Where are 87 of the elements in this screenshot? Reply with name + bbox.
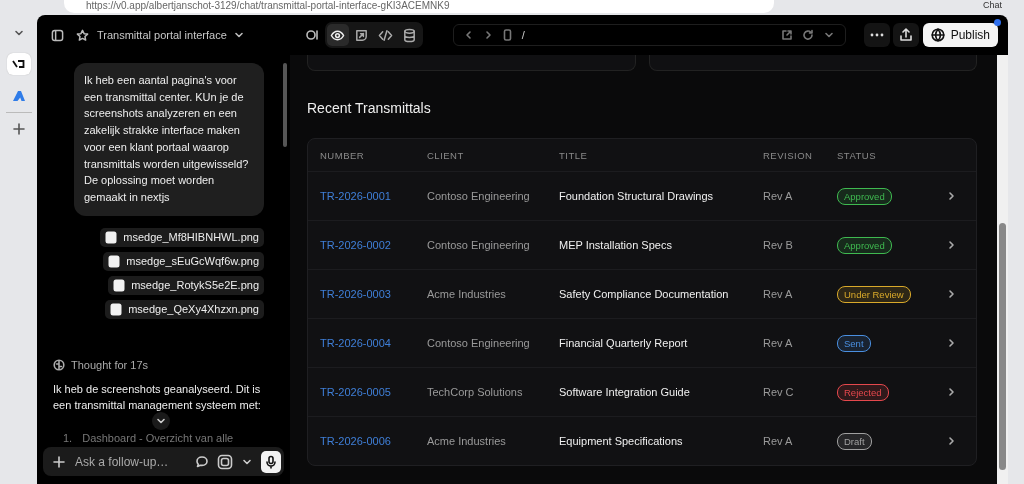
- scrollbar[interactable]: [997, 55, 1008, 484]
- column-header: CLIENT: [427, 149, 465, 161]
- profile-label[interactable]: Chat: [983, 0, 1002, 11]
- project-title[interactable]: Transmittal portal interface: [97, 29, 227, 41]
- chevron-right-icon[interactable]: [946, 436, 956, 446]
- status-badge: Approved: [837, 187, 892, 205]
- scrollbar-thumb[interactable]: [999, 223, 1006, 470]
- status-badge: Draft: [837, 432, 872, 450]
- speech-bubble-icon[interactable]: [195, 454, 209, 469]
- assistant-reply: Ik heb de screenshots geanalyseerd. Dit is een transmittal management systeem met:: [53, 381, 262, 414]
- message-input[interactable]: Ask a follow-up…: [73, 453, 187, 470]
- chevron-right-icon[interactable]: [946, 338, 956, 348]
- microphone-button[interactable]: [261, 450, 281, 473]
- chevron-right-icon[interactable]: [946, 387, 956, 397]
- table-cell-text: Rev A: [763, 337, 794, 349]
- column-header: STATUS: [837, 149, 878, 161]
- chevron-right-icon[interactable]: [946, 289, 956, 299]
- list-number: 1.: [63, 432, 73, 445]
- azure-logo-icon[interactable]: [12, 90, 25, 102]
- plus-icon[interactable]: [12, 123, 25, 135]
- share-button[interactable]: [892, 23, 919, 47]
- table-cell-text: Rev C: [763, 386, 795, 398]
- file-icon: [113, 278, 126, 292]
- column-header: REVISION: [763, 149, 814, 161]
- column-header: NUMBER: [320, 149, 366, 161]
- table-cell-text: Contoso Engineering: [427, 239, 531, 251]
- eye-icon-button[interactable]: [326, 24, 349, 46]
- logo-icon: [11, 59, 26, 69]
- section-heading: Recent Transmittals: [307, 100, 432, 116]
- globe-icon: [930, 28, 945, 42]
- status-badge: Sent: [837, 334, 871, 352]
- microphone-icon: [264, 454, 278, 469]
- attachment-chip[interactable]: msedge_RotykS5e2E.png: [108, 275, 264, 295]
- table-cell-text: Rev A: [763, 288, 794, 300]
- attachment-chip[interactable]: msedge_QeXy4Xhzxn.png: [105, 299, 264, 319]
- table-cell-text: Contoso Engineering: [427, 337, 531, 349]
- scroll-down-button[interactable]: [152, 412, 170, 430]
- table-cell-text: Financial Quarterly Report: [559, 337, 689, 349]
- status-badge: Rejected: [837, 383, 889, 401]
- table-cell-text: Software Integration Guide: [559, 386, 691, 398]
- file-icon: [110, 302, 123, 316]
- table-cell-text: Rev B: [763, 239, 794, 251]
- column-header: TITLE: [559, 149, 589, 161]
- external-link-icon[interactable]: [780, 29, 793, 41]
- transmittal-link[interactable]: TR-2026-0006: [320, 435, 427, 447]
- file-icon: [105, 230, 118, 244]
- preview-url-bar[interactable]: /: [452, 24, 846, 46]
- refresh-icon[interactable]: [801, 29, 814, 41]
- table-cell-text: Acme Industries: [427, 435, 507, 447]
- share-icon: [898, 28, 913, 42]
- table-cell-text: Foundation Structural Drawings: [559, 190, 715, 202]
- message-field[interactable]: Ask a follow-up…: [43, 447, 284, 476]
- status-badge: Approved: [837, 236, 892, 254]
- code-icon: [378, 27, 394, 43]
- list-item: Dashboard - Overzicht van alle: [82, 432, 234, 445]
- user-message: Ik heb een aantal pagina's voor een transmittal center. KUn je de screenshots analyzeren en een zakelijk strakke interface maken voor een klant portaal waarop transmittals worden uitgewisseld? De oplossing moet worden gemaakt in nextjs: [74, 63, 264, 216]
- chevron-right-icon[interactable]: [946, 240, 956, 250]
- transmittal-link[interactable]: TR-2026-0003: [320, 288, 427, 300]
- app-tab[interactable]: [6, 53, 31, 75]
- table-cell-text: Safety Compliance Documentation: [559, 288, 730, 300]
- sidebar-toggle-icon[interactable]: [51, 28, 64, 42]
- table-cell-text: Contoso Engineering: [427, 190, 531, 202]
- table-cell-text: Equipment Specifications: [559, 435, 684, 447]
- scrollbar-thumb[interactable]: [283, 63, 287, 147]
- transmittal-link[interactable]: TR-2026-0002: [320, 239, 427, 251]
- address-bar[interactable]: https://v0.app/albertjanschot-3129/chat/transmittal-portal-interface-gKI3ACEMNK9: [64, 0, 774, 13]
- table-cell-text: Rev A: [763, 190, 794, 202]
- database-icon: [402, 27, 418, 43]
- url-path: /: [521, 29, 526, 41]
- table-cell-text: Acme Industries: [427, 288, 507, 300]
- transmittal-link[interactable]: TR-2026-0001: [320, 190, 427, 202]
- chevron-right-icon[interactable]: [946, 191, 956, 201]
- status-badge: Under Review: [837, 285, 911, 303]
- back-icon[interactable]: [463, 30, 474, 40]
- table-cell-text: MEP Installation Specs: [559, 239, 673, 251]
- phone-icon[interactable]: [501, 29, 513, 41]
- attachment-chip[interactable]: msedge_Mf8HIBNHWL.png: [100, 227, 264, 247]
- attachment-chip[interactable]: msedge_sEuGcWqf6w.png: [103, 251, 264, 271]
- star-icon[interactable]: [76, 28, 89, 42]
- table-cell-text: Rev A: [763, 435, 794, 447]
- more-icon: [869, 33, 884, 37]
- transmittal-link[interactable]: TR-2026-0004: [320, 337, 427, 349]
- camera-icon[interactable]: [217, 453, 233, 470]
- table-cell-text: TechCorp Solutions: [427, 386, 524, 398]
- transmittal-link[interactable]: TR-2026-0005: [320, 386, 427, 398]
- thought-label[interactable]: Thought for 17s: [71, 358, 149, 371]
- file-icon: [108, 254, 121, 268]
